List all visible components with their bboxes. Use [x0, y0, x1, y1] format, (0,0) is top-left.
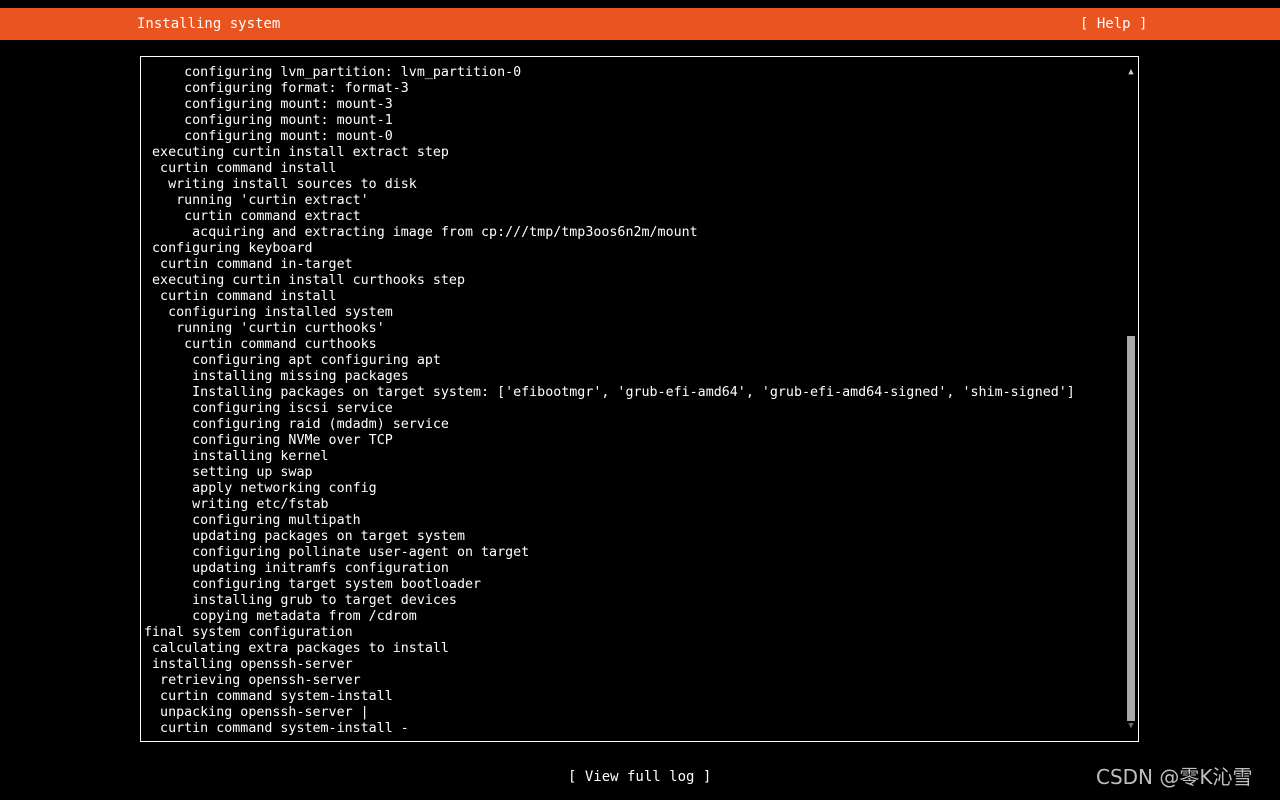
log-line: configuring format: format-3	[144, 81, 409, 96]
log-line: writing install sources to disk	[144, 177, 417, 192]
log-line: configuring multipath	[144, 513, 361, 528]
log-line: calculating extra packages to install	[144, 641, 449, 656]
log-line: configuring keyboard	[144, 241, 313, 256]
log-line: running 'curtin extract'	[144, 193, 369, 208]
install-log-panel[interactable]: configuring lvm_partition: lvm_partition…	[140, 56, 1139, 742]
log-line: curtin command install	[144, 289, 337, 304]
header-bar: Installing system [ Help ]	[0, 8, 1280, 40]
log-line: copying metadata from /cdrom	[144, 609, 417, 624]
scroll-up-arrow-icon[interactable]: ▲	[1126, 65, 1136, 79]
log-line: installing openssh-server	[144, 657, 353, 672]
log-line: curtin command curthooks	[144, 337, 377, 352]
log-line: executing curtin install curthooks step	[144, 273, 465, 288]
log-line: configuring mount: mount-3	[144, 97, 393, 112]
log-line: configuring NVMe over TCP	[144, 433, 393, 448]
csdn-watermark: CSDN @零K沁雪	[1096, 765, 1253, 789]
log-line: configuring lvm_partition: lvm_partition…	[144, 65, 522, 80]
log-scrollbar[interactable]: ▲ ▼	[1126, 65, 1136, 733]
log-line: installing grub to target devices	[144, 593, 457, 608]
log-line: configuring target system bootloader	[144, 577, 482, 592]
log-line: setting up swap	[144, 465, 313, 480]
log-line: retrieving openssh-server	[144, 673, 361, 688]
log-line: configuring installed system	[144, 305, 393, 320]
page-title: Installing system	[137, 16, 281, 32]
log-line: Installing packages on target system: ['…	[144, 385, 1075, 400]
log-line: curtin command system-install	[144, 689, 393, 704]
view-full-log-button[interactable]: [ View full log ]	[568, 766, 711, 788]
log-line: curtin command system-install -	[144, 721, 409, 736]
log-line: configuring mount: mount-0	[144, 129, 393, 144]
log-line: configuring iscsi service	[144, 401, 393, 416]
log-line: acquiring and extracting image from cp:/…	[144, 225, 698, 240]
log-line: configuring raid (mdadm) service	[144, 417, 449, 432]
log-line: configuring apt configuring apt	[144, 353, 441, 368]
log-line: installing kernel	[144, 449, 329, 464]
log-line: running 'curtin curthooks'	[144, 321, 385, 336]
scroll-down-arrow-icon[interactable]: ▼	[1126, 719, 1136, 733]
install-log-lines: configuring lvm_partition: lvm_partition…	[144, 65, 1075, 737]
log-line: final system configuration	[144, 625, 353, 640]
log-line: configuring pollinate user-agent on targ…	[144, 545, 530, 560]
scroll-thumb[interactable]	[1127, 336, 1135, 721]
log-line: executing curtin install extract step	[144, 145, 449, 160]
log-line: writing etc/fstab	[144, 497, 329, 512]
log-line: updating initramfs configuration	[144, 561, 449, 576]
log-line: unpacking openssh-server |	[144, 705, 369, 720]
log-line: apply networking config	[144, 481, 377, 496]
log-line: updating packages on target system	[144, 529, 465, 544]
log-line: curtin command in-target	[144, 257, 353, 272]
help-button[interactable]: [ Help ]	[1080, 8, 1147, 40]
log-line: configuring mount: mount-1	[144, 113, 393, 128]
log-line: installing missing packages	[144, 369, 409, 384]
log-line: curtin command install	[144, 161, 337, 176]
log-line: curtin command extract	[144, 209, 361, 224]
